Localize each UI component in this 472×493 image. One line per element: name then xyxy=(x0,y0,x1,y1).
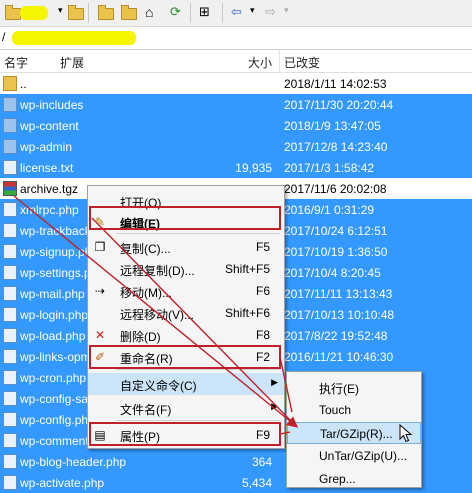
annotation-arrows xyxy=(13,195,299,435)
annotation-arrow xyxy=(279,356,293,413)
mouse-cursor-icon xyxy=(399,424,413,443)
annotation-arrow xyxy=(91,217,293,423)
annotation-arrow xyxy=(13,195,299,428)
annotation-arrow xyxy=(279,431,291,435)
